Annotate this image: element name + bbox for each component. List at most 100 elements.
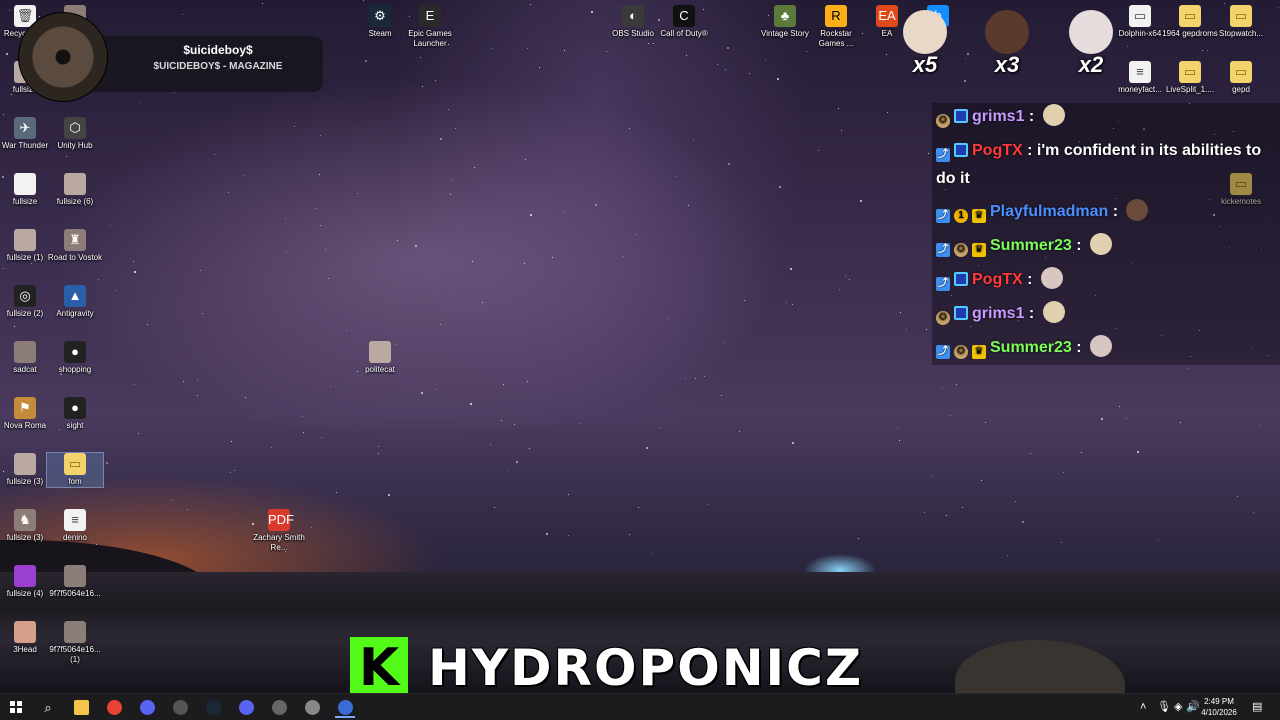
desktop-icon[interactable]: ✈ War Thunder bbox=[0, 117, 53, 151]
desktop-icon[interactable]: ▭ 1964 gepdroms bbox=[1162, 5, 1218, 39]
star bbox=[1158, 540, 1159, 541]
desktop-icon[interactable]: fullsize (1) bbox=[0, 229, 53, 263]
combo-multiplier: x3 bbox=[994, 52, 1020, 77]
desktop-icon[interactable]: sadcat bbox=[0, 341, 53, 375]
taskbar-chrome-button[interactable] bbox=[100, 697, 128, 718]
star bbox=[440, 324, 441, 325]
subscriber-badge-icon bbox=[954, 143, 968, 157]
desktop-icon[interactable]: 9f7f5064e16... bbox=[47, 565, 103, 599]
desktop-icon[interactable]: ≡ denino bbox=[47, 509, 103, 543]
star bbox=[926, 329, 927, 330]
face-image-icon bbox=[14, 621, 36, 643]
now-playing-track: $UICIDEBOY$ - MAGAZINE bbox=[153, 61, 283, 72]
desktop-icon[interactable]: fullsize (6) bbox=[47, 173, 103, 207]
desktop-icon[interactable]: E Epic Games Launcher bbox=[402, 5, 458, 49]
show-hidden-icons-button[interactable]: ˄ bbox=[1140, 694, 1146, 720]
desktop-icon-label: gepd bbox=[1232, 85, 1250, 94]
start-button[interactable] bbox=[2, 697, 30, 718]
star bbox=[363, 0, 364, 1]
duck-emote-icon bbox=[1090, 233, 1113, 255]
desktop-icon[interactable]: politecat bbox=[352, 341, 408, 375]
desktop-icon-label: Unity Hub bbox=[57, 141, 93, 150]
desktop-icon[interactable]: ▭ Dolphin-x64 bbox=[1112, 5, 1168, 39]
microphone-icon[interactable]: 🎙 bbox=[1157, 694, 1171, 720]
desktop-icon-label: 9f7f5064e16... (1) bbox=[49, 645, 101, 664]
taskbar: ⌕ ˄ 🎙 ◈ 🔊 2:49 PM 4/10/2026 ▤ bbox=[0, 693, 1280, 720]
desktop-icon[interactable]: C Call of Duty® bbox=[656, 5, 712, 39]
folder-icon: ▭ bbox=[1179, 5, 1201, 27]
search-button[interactable]: ⌕ bbox=[34, 697, 62, 718]
desktop-icon[interactable]: ▲ Antigravity bbox=[47, 285, 103, 319]
desktop-icon[interactable]: ● sight bbox=[47, 397, 103, 431]
star bbox=[1007, 555, 1008, 556]
chat-username: PogTX bbox=[972, 271, 1023, 288]
desktop-icon[interactable]: ▭ fom bbox=[46, 452, 104, 488]
taskbar-discord-button[interactable] bbox=[133, 697, 161, 718]
desktop-icon-label: denino bbox=[62, 533, 88, 542]
taskbar-app-button[interactable] bbox=[298, 697, 326, 718]
star bbox=[1061, 542, 1062, 543]
star bbox=[303, 432, 304, 433]
emote-combo: x3 bbox=[982, 10, 1032, 80]
star bbox=[717, 64, 718, 65]
desktop-icon[interactable]: ▭ LiveSplit_1.... bbox=[1162, 61, 1218, 95]
star bbox=[321, 437, 322, 438]
star bbox=[723, 342, 724, 343]
taskbar-settings-button[interactable] bbox=[265, 697, 293, 718]
chat-username: PogTX bbox=[972, 142, 1023, 159]
desktop-icon[interactable]: ▭ Stopwatch... bbox=[1213, 5, 1269, 39]
desktop-icon[interactable]: ◎ fullsize (2) bbox=[0, 285, 53, 319]
unity-hub-icon: ⬡ bbox=[64, 117, 86, 139]
chat-message: ✪ grims1 : bbox=[936, 300, 1276, 328]
star bbox=[96, 544, 97, 545]
taskbar-steam-button[interactable] bbox=[199, 697, 227, 718]
app-icon bbox=[304, 700, 320, 715]
notifications-icon[interactable]: ▤ bbox=[1252, 694, 1262, 720]
desktop-icon[interactable]: 9f7f5064e16... (1) bbox=[47, 621, 103, 665]
desktop-icon-label: Vintage Story bbox=[761, 29, 809, 38]
desktop-icon[interactable]: fullsize bbox=[0, 173, 53, 207]
star bbox=[183, 381, 184, 382]
taskbar-obs-button[interactable] bbox=[166, 697, 194, 718]
star bbox=[546, 533, 548, 535]
taskbar-app-active-button[interactable] bbox=[331, 697, 359, 718]
network-icon[interactable]: ◈ bbox=[1174, 694, 1182, 720]
desktop-icon[interactable]: fullsize (4) bbox=[0, 565, 53, 599]
desktop-icon[interactable]: fullsize (3) bbox=[0, 453, 53, 487]
desktop-icon[interactable]: PDF Zachary Smith Re... bbox=[251, 509, 307, 553]
desktop-icon-label: LiveSplit_1.... bbox=[1165, 85, 1215, 94]
chat-separator: : bbox=[1071, 237, 1087, 254]
desktop-icon[interactable]: ▭ gepd bbox=[1213, 61, 1269, 95]
star bbox=[1224, 3, 1225, 4]
kick-logo: K bbox=[350, 637, 408, 699]
star bbox=[133, 261, 134, 262]
pdf-icon: PDF bbox=[268, 509, 294, 531]
photo-icon bbox=[64, 565, 86, 587]
bag-icon: ● bbox=[64, 341, 86, 363]
desktop-icon[interactable]: ● shopping bbox=[47, 341, 103, 375]
taskbar-discord-alt-button[interactable] bbox=[232, 697, 260, 718]
duck-emote-icon bbox=[1042, 104, 1065, 126]
star bbox=[420, 57, 421, 58]
desktop-icon[interactable]: ⚑ Nova Roma bbox=[0, 397, 53, 431]
desktop-icon[interactable]: ♜ Road to Vostok bbox=[47, 229, 103, 263]
desktop-icon[interactable]: ⚙ Steam bbox=[352, 5, 408, 39]
star bbox=[435, 80, 436, 81]
star bbox=[14, 326, 15, 327]
desktop-icon[interactable]: ⬡ Unity Hub bbox=[47, 117, 103, 151]
spiral-image-icon: ◎ bbox=[14, 285, 36, 307]
desktop-icon[interactable]: ♣ Vintage Story bbox=[757, 5, 813, 39]
desktop-icon[interactable]: ≡ moneyfact... bbox=[1112, 61, 1168, 95]
star bbox=[357, 193, 358, 194]
desktop-icon-label: fullsize (1) bbox=[6, 253, 44, 262]
taskbar-file-explorer-button[interactable] bbox=[67, 697, 95, 718]
desktop-icon[interactable]: ◐ OBS Studio bbox=[605, 5, 661, 39]
star bbox=[965, 58, 966, 59]
desktop-icon[interactable]: R Rockstar Games ... bbox=[808, 5, 864, 49]
star bbox=[860, 200, 862, 202]
desktop-icon[interactable]: 3Head bbox=[0, 621, 53, 655]
desktop-icon[interactable]: ♞ fullsize (3) bbox=[0, 509, 53, 543]
system-clock[interactable]: 2:49 PM 4/10/2026 bbox=[1196, 696, 1242, 718]
now-playing-widget: $uicideboy$ $UICIDEBOY$ - MAGAZINE bbox=[18, 12, 323, 102]
bot-badge-icon: ⤴ bbox=[936, 345, 950, 359]
